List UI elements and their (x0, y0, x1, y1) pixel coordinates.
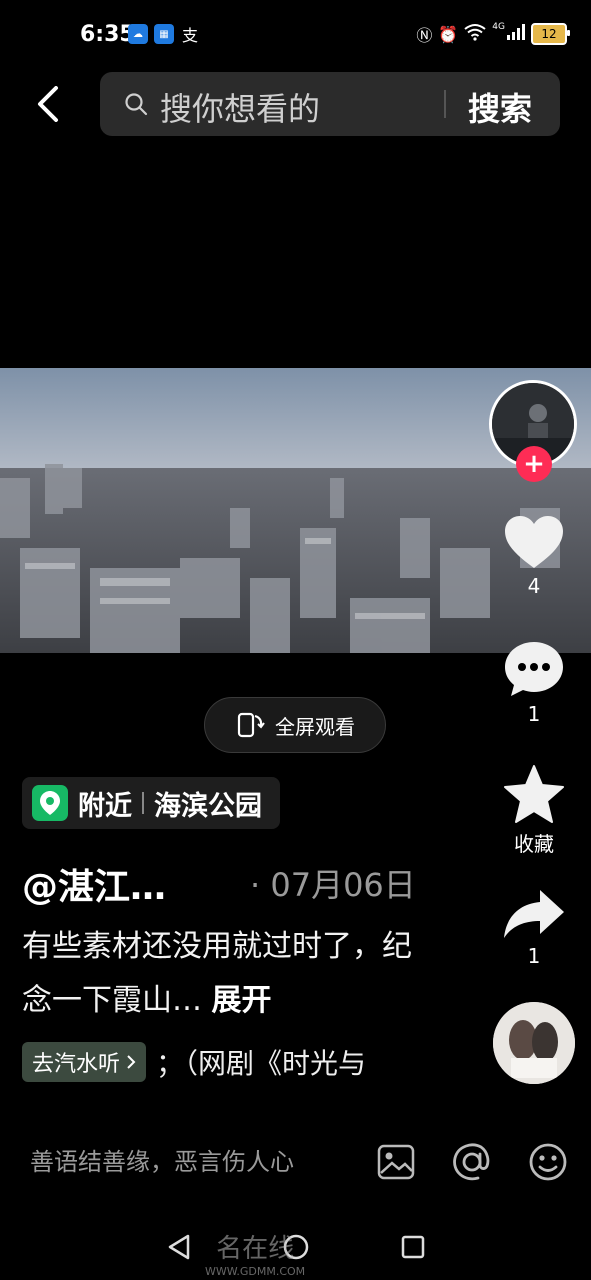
location-pin-icon (32, 785, 68, 821)
like-button[interactable]: 4 (499, 514, 569, 598)
location-nearby: 附近 (78, 790, 132, 822)
comment-count: 1 (527, 702, 541, 726)
comment-button[interactable]: 1 (499, 640, 569, 726)
music-row[interactable]: 去汽水听 ；（网剧《时光与 (22, 1042, 366, 1082)
fullscreen-button[interactable]: 全屏观看 (204, 697, 386, 753)
fullscreen-label: 全屏观看 (275, 714, 355, 739)
favorite-label: 收藏 (514, 832, 554, 856)
search-icon (125, 93, 148, 116)
back-button[interactable] (28, 82, 68, 126)
nav-back-icon[interactable] (166, 1233, 192, 1261)
app-icon: ▦ (154, 24, 174, 44)
star-icon (504, 765, 564, 823)
music-chip[interactable]: 去汽水听 (22, 1042, 147, 1082)
location-place: 海滨公园 (154, 790, 262, 822)
watermark-url: WWW.GDMM.COM (205, 1265, 306, 1278)
emoji-icon[interactable] (528, 1142, 568, 1182)
share-icon (504, 890, 564, 938)
post-date: · 07月06日 (250, 866, 416, 904)
signal-icon (507, 24, 525, 44)
heart-icon (505, 516, 563, 568)
music-disc[interactable] (493, 1002, 575, 1084)
music-name: ；（网剧《时光与 (156, 1047, 367, 1080)
status-bar: 6:35 ☁ ▦ 支 Ⓝ ⏰ 4G 12 (0, 0, 591, 70)
system-icons: Ⓝ ⏰ 4G 12 (416, 22, 570, 46)
nfc-icon: Ⓝ (416, 26, 433, 45)
alarm-icon: ⏰ (438, 24, 459, 44)
search-divider (444, 90, 446, 118)
author-name[interactable]: @湛江… (22, 858, 166, 910)
expand-button[interactable]: 展开 (212, 983, 272, 1018)
follow-button[interactable]: + (516, 446, 552, 482)
favorite-button[interactable]: 收藏 (499, 764, 569, 857)
status-time: 6:35 (80, 22, 135, 47)
comment-icon (505, 642, 563, 696)
share-button[interactable]: 1 (499, 888, 569, 968)
notification-icons: ☁ ▦ 支 (128, 24, 200, 45)
chevron-right-icon (127, 1055, 136, 1069)
watermark: 名在线 WWW.GDMM.COM (205, 1236, 305, 1277)
share-count: 1 (527, 944, 541, 968)
location-tag[interactable]: 附近 海滨公园 (22, 777, 280, 829)
alipay-icon: 支 (181, 26, 198, 45)
watermark-text: 名在线 (216, 1234, 295, 1264)
video-description[interactable]: 有些素材还没用就过时了，纪念一下霞山… 展开 (22, 920, 422, 1028)
network-type: 4G (492, 22, 505, 32)
wifi-icon (464, 23, 486, 45)
rotate-screen-icon (237, 712, 265, 738)
music-cover-image (493, 1002, 575, 1084)
music-chip-label: 去汽水听 (32, 1052, 121, 1077)
battery-icon: 12 (531, 23, 570, 45)
nav-recents-icon[interactable] (400, 1234, 426, 1260)
mention-icon[interactable] (452, 1142, 492, 1182)
search-box[interactable]: 搜你想看的 搜索 (100, 72, 560, 136)
chevron-left-icon (38, 86, 58, 122)
comment-tools (376, 1142, 568, 1182)
battery-level: 12 (541, 27, 557, 41)
search-button[interactable]: 搜索 (468, 84, 532, 130)
like-count: 4 (527, 574, 541, 598)
location-separator (142, 792, 144, 814)
comment-input[interactable]: 善语结善缘，恶言伤人心 (30, 1142, 294, 1177)
search-input[interactable]: 搜你想看的 (160, 84, 320, 130)
image-icon[interactable] (376, 1142, 416, 1182)
cloud-icon: ☁ (128, 24, 148, 44)
